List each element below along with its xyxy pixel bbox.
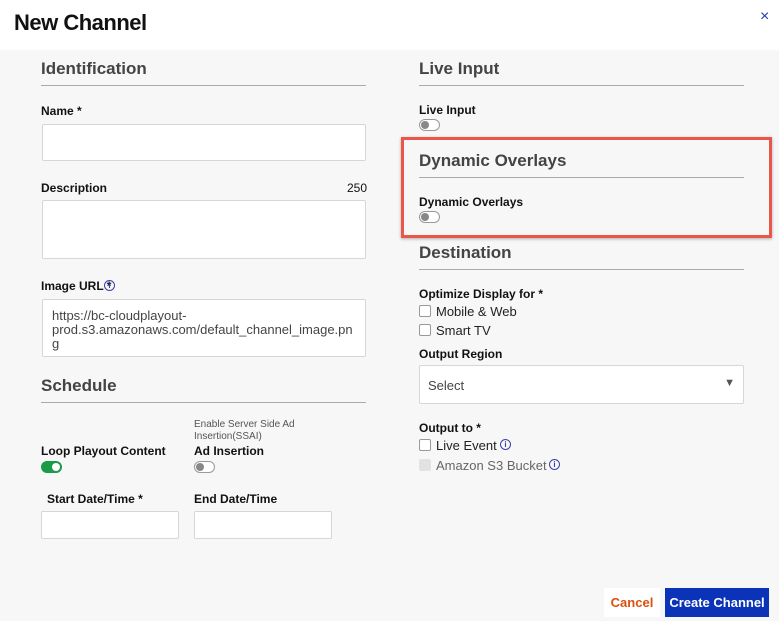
end-date-label: End Date/Time (194, 492, 278, 506)
dynamic-overlays-label: Dynamic Overlays (419, 195, 524, 209)
divider (419, 85, 744, 86)
divider (41, 402, 366, 403)
description-input[interactable] (42, 200, 366, 259)
info-icon[interactable]: i (104, 280, 115, 291)
live-input-toggle[interactable] (419, 119, 440, 131)
s3-bucket-checkbox[interactable] (419, 459, 431, 471)
destination-heading: Destination (419, 243, 512, 262)
end-date-input[interactable] (194, 511, 332, 539)
optimize-label: Optimize Display for * (419, 287, 544, 301)
mobile-web-checkbox[interactable] (419, 305, 431, 317)
mobile-web-label: Mobile & Web (436, 304, 517, 319)
live-event-label: Live Event (436, 438, 497, 453)
ad-insertion-toggle[interactable] (194, 461, 215, 473)
image-url-label: Image URL * (41, 279, 112, 293)
live-input-label: Live Input (419, 103, 476, 117)
ssai-hint: Enable Server Side Ad Insertion(SSAI) (194, 419, 295, 442)
name-label: Name * (41, 104, 82, 118)
chevron-down-icon: ▼ (724, 377, 735, 389)
loop-playout-toggle[interactable] (41, 461, 62, 473)
divider (41, 85, 366, 86)
divider (419, 177, 744, 178)
output-region-select[interactable]: Select ▼ (419, 365, 744, 404)
info-icon[interactable]: i (549, 459, 560, 470)
create-channel-button[interactable]: Create Channel (665, 588, 769, 617)
description-char-count: 250 (347, 181, 368, 195)
schedule-heading: Schedule (41, 376, 117, 395)
dynamic-overlays-heading: Dynamic Overlays (419, 151, 567, 170)
ad-insertion-label: Ad Insertion (194, 444, 265, 458)
output-region-label: Output Region (419, 347, 503, 361)
divider (419, 269, 744, 270)
start-date-input[interactable] (41, 511, 179, 539)
smart-tv-label: Smart TV (436, 323, 491, 338)
image-url-input[interactable]: https://bc-cloudplayout-prod.s3.amazonaw… (42, 299, 366, 357)
info-icon[interactable]: i (500, 439, 511, 450)
close-icon[interactable]: × (760, 8, 769, 26)
live-event-checkbox[interactable] (419, 439, 431, 451)
output-to-label: Output to * (419, 421, 481, 435)
description-label: Description (41, 181, 108, 195)
dynamic-overlays-toggle[interactable] (419, 211, 440, 223)
name-input[interactable] (42, 124, 366, 161)
start-date-label: Start Date/Time * (47, 492, 143, 506)
page-title: New Channel (14, 10, 147, 35)
identification-heading: Identification (41, 59, 147, 78)
smart-tv-checkbox[interactable] (419, 324, 431, 336)
loop-playout-label: Loop Playout Content (41, 444, 166, 458)
s3-bucket-label: Amazon S3 Bucket (436, 458, 547, 473)
live-input-heading: Live Input (419, 59, 500, 78)
cancel-button[interactable]: Cancel (604, 588, 660, 617)
output-region-value: Select (428, 378, 465, 393)
